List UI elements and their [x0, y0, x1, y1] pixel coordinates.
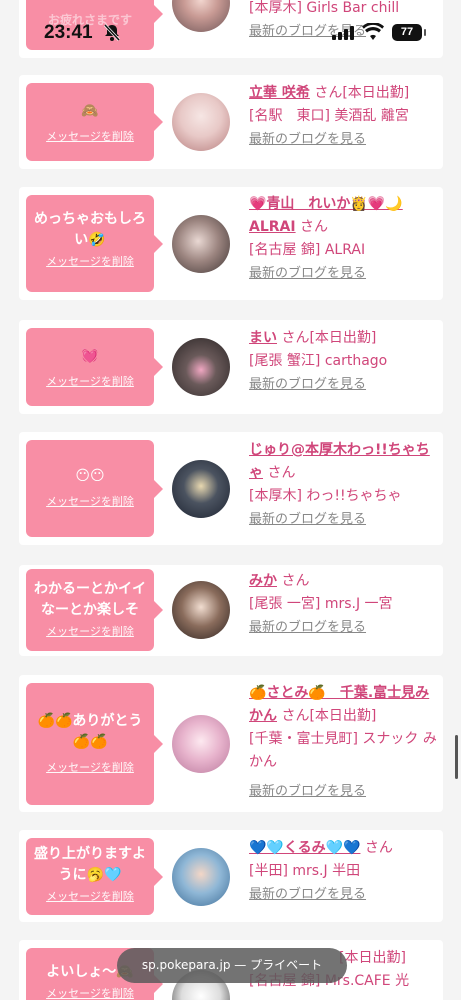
blog-link[interactable]: 最新のブログを見る [249, 616, 437, 639]
message-card: 🙈 メッセージを削除 立華 咲希 さん[本日出勤] [名駅 東口] 美酒乱 離宮… [19, 75, 443, 169]
message-text: 💓 [81, 348, 99, 364]
shop-info: [名古屋 錦] ALRAI [249, 242, 366, 258]
message-card: めっちゃおもしろい🤣 メッセージを削除 💗青山 れいか👸💗🌙ALRAI さん [… [19, 187, 443, 300]
avatar[interactable] [172, 215, 230, 273]
honorific: さん [267, 465, 296, 481]
message-text: 🍊🍊ありがとう🍊🍊 [37, 713, 143, 750]
girl-info: まい さん[本日出勤] [尾張 蟹江] carthago 最新のブログを見る [249, 327, 437, 396]
blog-link[interactable]: 最新のブログを見る [249, 128, 437, 151]
girl-info: 💗青山 れいか👸💗🌙ALRAI さん [名古屋 錦] ALRAI 最新のブログを… [249, 193, 437, 285]
shop-info: [名駅 東口] 美酒乱 離宮 [249, 108, 409, 124]
girl-name-link[interactable]: みか [249, 573, 277, 589]
blog-link[interactable]: 最新のブログを見る [249, 883, 437, 906]
message-text: 😶😶 [75, 468, 105, 484]
shop-info: [本厚木] わっ!!ちゃちゃ [249, 488, 402, 504]
message-bubble: 盛り上がりますように🥱🩵 メッセージを削除 [26, 838, 163, 915]
delete-message-link[interactable]: メッセージを削除 [30, 985, 150, 1000]
url-domain: sp.pokepara.jp [141, 958, 231, 972]
delete-message-link[interactable]: メッセージを削除 [30, 493, 150, 509]
honorific: さん [281, 708, 310, 724]
attendance-badge: [本日出勤] [309, 330, 377, 346]
message-bubble: わかるーとかイイなーとか楽しそ メッセージを削除 [26, 569, 163, 651]
delete-message-link[interactable]: メッセージを削除 [30, 128, 150, 144]
private-label: — プライベート [234, 958, 323, 972]
delete-message-link[interactable]: メッセージを削除 [30, 888, 150, 904]
avatar[interactable] [172, 460, 230, 518]
message-bubble: めっちゃおもしろい🤣 メッセージを削除 [26, 195, 163, 292]
avatar[interactable] [172, 93, 230, 151]
girl-info: じゅり@本厚木わっ!!ちゃちゃ さん [本厚木] わっ!!ちゃちゃ 最新のブログ… [249, 439, 437, 531]
avatar[interactable] [172, 715, 230, 773]
message-bubble: 🍊🍊ありがとう🍊🍊 メッセージを削除 [26, 683, 163, 805]
avatar[interactable] [172, 848, 230, 906]
blog-link[interactable]: 最新のブログを見る [249, 780, 437, 803]
battery-icon: 77 [392, 24, 426, 41]
delete-message-link[interactable]: メッセージを削除 [30, 759, 150, 775]
mute-bell-icon [103, 23, 121, 45]
message-text: わかるーとかイイなーとか楽しそ [34, 581, 146, 618]
delete-message-link[interactable]: メッセージを削除 [30, 373, 150, 389]
clock: 23:41 [44, 22, 93, 43]
scrollbar[interactable] [455, 735, 458, 779]
shop-info: [千葉・富士見町] スナック みかん [249, 731, 437, 770]
honorific: さん [314, 85, 343, 101]
girl-name-link[interactable]: 💙🩵くるみ🩵💙 [249, 840, 360, 856]
attendance-badge: [本日出勤] [309, 708, 377, 724]
message-card: 💓 メッセージを削除 まい さん[本日出勤] [尾張 蟹江] carthago … [19, 320, 443, 414]
honorific: さん [281, 573, 310, 589]
girl-info: 💙🩵くるみ🩵💙 さん [半田] mrs.J 半田 最新のブログを見る [249, 837, 437, 906]
blog-link[interactable]: 最新のブログを見る [249, 373, 437, 396]
avatar[interactable] [172, 338, 230, 396]
message-text: 盛り上がりますように🥱🩵 [34, 846, 146, 883]
attendance-badge: [本日出勤] [339, 950, 406, 966]
status-bar: 23:41 77 [0, 0, 461, 66]
girl-info: みか さん [尾張 一宮] mrs.J 一宮 最新のブログを見る [249, 570, 437, 639]
honorific: さん [281, 330, 310, 346]
message-bubble: 😶😶 メッセージを削除 [26, 440, 163, 537]
shop-info: [半田] mrs.J 半田 [249, 863, 361, 879]
message-bubble: 💓 メッセージを削除 [26, 328, 163, 406]
girl-name-link[interactable]: 立華 咲希 [249, 85, 310, 101]
avatar[interactable] [172, 581, 230, 639]
message-bubble: 🙈 メッセージを削除 [26, 83, 163, 161]
blog-link[interactable]: 最新のブログを見る [249, 262, 437, 285]
attendance-badge: [本日出勤] [342, 85, 410, 101]
message-card: 😶😶 メッセージを削除 じゅり@本厚木わっ!!ちゃちゃ さん [本厚木] わっ!… [19, 432, 443, 545]
shop-info: [尾張 一宮] mrs.J 一宮 [249, 596, 393, 612]
message-card: わかるーとかイイなーとか楽しそ メッセージを削除 みか さん [尾張 一宮] m… [19, 565, 443, 656]
message-card: 🍊🍊ありがとう🍊🍊 メッセージを削除 🍊さとみ🍊 千葉.富士見みかん さん[本日… [19, 675, 443, 812]
delete-message-link[interactable]: メッセージを削除 [30, 623, 150, 639]
girl-name-link[interactable]: まい [249, 330, 277, 346]
shop-info: [尾張 蟹江] carthago [249, 353, 388, 369]
message-card: 盛り上がりますように🥱🩵 メッセージを削除 💙🩵くるみ🩵💙 さん [半田] mr… [19, 830, 443, 922]
url-bar[interactable]: sp.pokepara.jp — プライベート [117, 948, 347, 983]
wifi-icon [362, 22, 384, 44]
delete-message-link[interactable]: メッセージを削除 [30, 253, 150, 269]
honorific: さん [364, 840, 393, 856]
blog-link[interactable]: 最新のブログを見る [249, 508, 437, 531]
girl-info: 🍊さとみ🍊 千葉.富士見みかん さん[本日出勤] [千葉・富士見町] スナック … [249, 682, 437, 803]
message-text: めっちゃおもしろい🤣 [34, 211, 146, 248]
honorific: さん [300, 219, 329, 235]
message-text: 🙈 [81, 103, 99, 119]
girl-info: 立華 咲希 さん[本日出勤] [名駅 東口] 美酒乱 離宮 最新のブログを見る [249, 82, 437, 151]
cellular-signal-icon [332, 25, 354, 44]
